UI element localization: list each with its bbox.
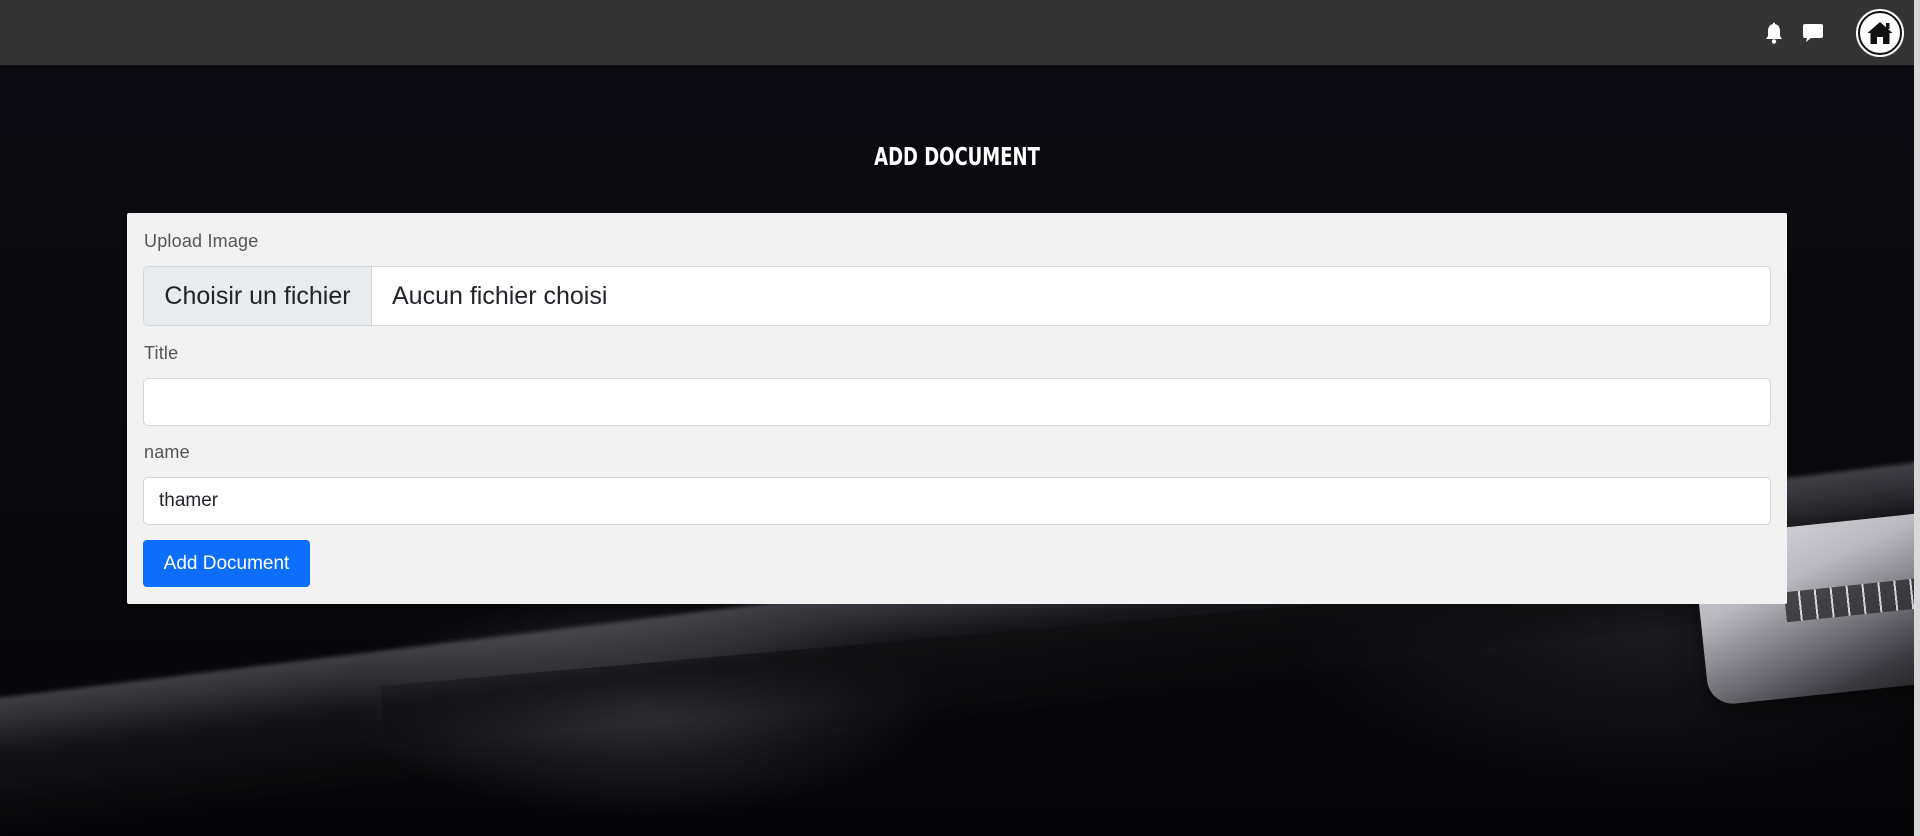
- title-label: Title: [144, 343, 179, 363]
- file-status-text: Aucun fichier choisi: [392, 281, 608, 310]
- bell-icon: [1766, 22, 1782, 44]
- name-label: name: [144, 442, 190, 462]
- navbar-actions: [1760, 0, 1920, 65]
- add-document-form: Upload Image Choisir un fichier Aucun fi…: [127, 213, 1787, 604]
- upload-image-field[interactable]: Choisir un fichier Aucun fichier choisi: [143, 266, 1771, 326]
- name-input[interactable]: [143, 477, 1771, 525]
- messages-button[interactable]: [1799, 19, 1827, 47]
- top-navbar: [0, 0, 1920, 65]
- page-title: ADD DOCUMENT: [874, 142, 1040, 171]
- notifications-button[interactable]: [1760, 19, 1788, 47]
- home-button-ring: [1858, 10, 1902, 55]
- chat-icon: [1803, 23, 1823, 42]
- page-scrollbar[interactable]: [1914, 0, 1920, 836]
- choose-file-button[interactable]: Choisir un fichier: [144, 267, 372, 325]
- home-button[interactable]: [1854, 6, 1906, 59]
- add-document-button[interactable]: Add Document: [143, 540, 310, 587]
- home-icon: [1867, 21, 1893, 44]
- upload-image-label: Upload Image: [144, 231, 259, 251]
- title-input[interactable]: [143, 378, 1771, 426]
